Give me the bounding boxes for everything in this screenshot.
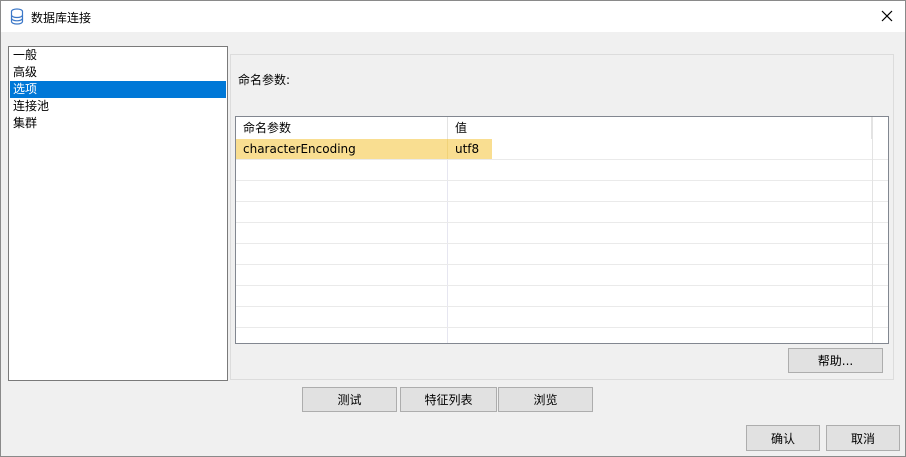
empty-cell[interactable] [236,181,448,201]
empty-cell[interactable] [236,202,448,222]
table-row[interactable] [236,181,888,202]
category-list[interactable]: 一般 高级 选项 连接池 集群 [8,46,228,381]
options-panel: 命名参数: 命名参数 值 characterEncoding utf8 帮助..… [230,54,894,380]
empty-cell[interactable] [236,244,448,264]
help-button[interactable]: 帮助... [788,348,883,373]
param-value-cell[interactable]: utf8 [448,139,492,159]
database-connection-dialog: 数据库连接 一般 高级 选项 连接池 集群 命名参数: 命名参数 值 chara… [0,0,906,457]
table-row[interactable] [236,328,888,343]
named-params-table[interactable]: 命名参数 值 characterEncoding utf8 [235,116,889,344]
empty-cell[interactable] [236,223,448,243]
table-row[interactable] [236,223,888,244]
table-row[interactable] [236,202,888,223]
table-row[interactable]: characterEncoding utf8 [236,139,888,160]
empty-cell[interactable] [236,286,448,306]
empty-cell[interactable] [236,307,448,327]
close-button[interactable] [875,5,899,27]
browse-button[interactable]: 浏览 [498,387,593,412]
close-icon [881,10,893,22]
test-button[interactable]: 测试 [302,387,397,412]
table-row[interactable] [236,286,888,307]
nav-item-options[interactable]: 选项 [10,81,226,98]
nav-item-cluster[interactable]: 集群 [10,115,226,132]
ok-button[interactable]: 确认 [746,425,820,451]
column-divider [872,117,873,343]
table-header: 命名参数 值 [236,117,888,139]
database-icon [10,8,24,25]
cancel-button[interactable]: 取消 [826,425,900,451]
empty-cell[interactable] [236,265,448,285]
table-row[interactable] [236,265,888,286]
title-bar: 数据库连接 [1,1,905,32]
nav-item-connection-pool[interactable]: 连接池 [10,98,226,115]
table-row[interactable] [236,307,888,328]
column-header-name[interactable]: 命名参数 [236,117,448,139]
nav-item-general[interactable]: 一般 [10,47,226,64]
table-row[interactable] [236,160,888,181]
column-header-value[interactable]: 值 [448,117,872,139]
table-row[interactable] [236,244,888,265]
window-title: 数据库连接 [31,11,92,25]
empty-cell[interactable] [236,328,448,343]
empty-cell[interactable] [236,160,448,180]
param-name-cell[interactable]: characterEncoding [236,139,448,159]
nav-item-advanced[interactable]: 高级 [10,64,226,81]
feature-list-button[interactable]: 特征列表 [400,387,497,412]
named-params-label: 命名参数: [238,73,291,87]
